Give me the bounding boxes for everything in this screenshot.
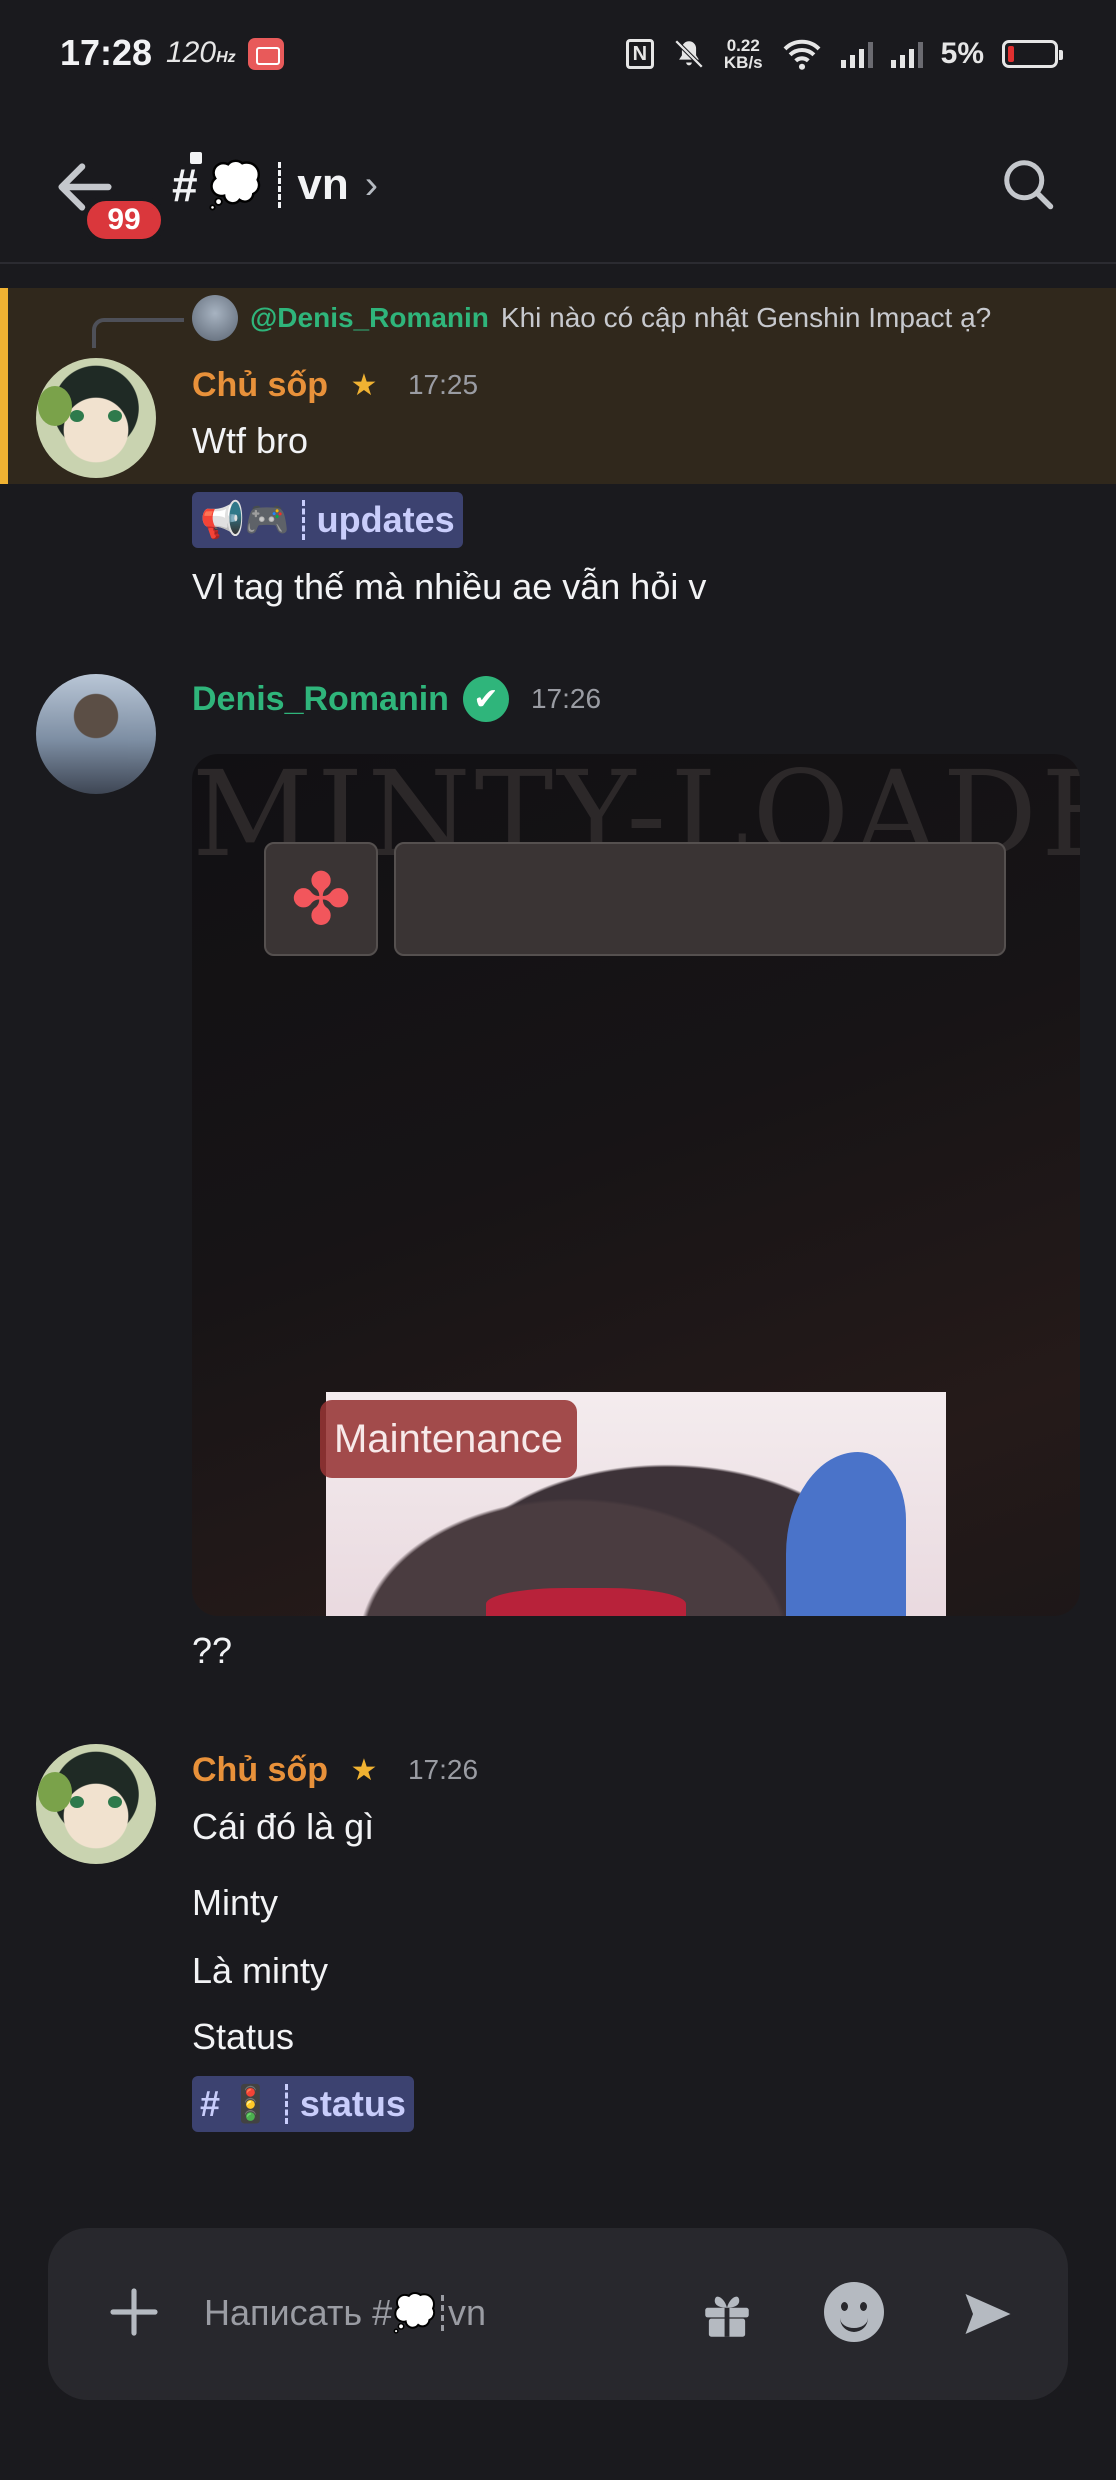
channel-mention-hash: #: [200, 2083, 221, 2124]
placeholder-prefix: Написать #: [204, 2292, 393, 2333]
channel-header: 99 # 💭 vn ›: [0, 140, 1116, 264]
channel-mention-name: updates: [316, 499, 455, 540]
channel-mention-updates[interactable]: 📢🎮 updates: [192, 492, 463, 548]
message-text: Minty: [192, 1882, 279, 1923]
message-composer: Написать # 💭 vn: [48, 2228, 1068, 2400]
avatar[interactable]: [36, 358, 156, 478]
chip-separator: [284, 2084, 288, 2124]
placeholder-separator: [440, 2295, 444, 2331]
channel-name: vn: [297, 160, 349, 209]
reply-author[interactable]: @Denis_Romanin: [250, 302, 489, 334]
battery-saver-icon: [248, 38, 284, 70]
send-icon[interactable]: [958, 2284, 1018, 2344]
signal-2-icon: [890, 40, 923, 68]
message-text: Là minty: [192, 1950, 329, 1991]
author-name[interactable]: Chủ sốp: [192, 1751, 328, 1790]
channel-mention-status[interactable]: # 🚦 status: [192, 2076, 414, 2132]
reply-preview[interactable]: @Denis_Romanin Khi nào có cập nhật Gensh…: [192, 295, 991, 341]
placeholder-emoji: 💭: [392, 2292, 437, 2333]
message-text: Wtf bro: [192, 420, 309, 461]
refresh-rate-value: 120: [166, 36, 217, 69]
battery-percent: 5%: [940, 37, 984, 70]
reply-text: Khi nào có cập nhật Genshin Impact ạ?: [500, 302, 992, 333]
channel-title[interactable]: # 💭 vn ›: [172, 152, 379, 212]
emoji-icon[interactable]: [824, 2282, 884, 2342]
message-timestamp: 17:26: [530, 683, 602, 714]
network-speed-unit: KB/s: [723, 53, 763, 72]
channel-hash-symbol: #: [172, 159, 198, 211]
message-timestamp: 17:26: [407, 1754, 479, 1785]
avatar[interactable]: [36, 674, 156, 794]
plus-icon[interactable]: [106, 2284, 162, 2340]
author-name[interactable]: Chủ sốp: [192, 366, 328, 405]
message-text: Cái đó là gì: [192, 1806, 375, 1847]
channel-mention-icon: 🚦: [228, 2083, 273, 2124]
battery-icon: [1002, 40, 1063, 68]
role-star-icon: ★: [350, 368, 378, 402]
signal-1-icon: [840, 40, 873, 68]
clover-icon: ✤: [264, 842, 378, 956]
reply-avatar: [192, 295, 238, 341]
embed-input-box: [394, 842, 1006, 956]
chevron-right-icon: ›: [364, 162, 379, 207]
network-speed: 0.22 KB/s: [724, 37, 763, 71]
message-author[interactable]: Chủ sốp ★ 17:25: [192, 365, 478, 405]
verified-check-icon: ✔: [462, 676, 509, 722]
bell-muted-icon: [674, 39, 704, 69]
search-icon[interactable]: [998, 154, 1058, 214]
refresh-rate-unit: Hz: [216, 49, 236, 66]
message-author[interactable]: Chủ sốp ★ 17:26: [192, 1750, 478, 1790]
wifi-icon: [783, 39, 821, 70]
channel-hash-icon: #: [172, 152, 202, 212]
gift-icon[interactable]: [698, 2286, 756, 2344]
message-text: Vl tag thế mà nhiều ae vẫn hỏi v: [192, 566, 707, 607]
image-attachment[interactable]: MINTY-LOADER ✤ Maintenance: [192, 754, 1080, 1616]
role-star-icon: ★: [350, 1753, 378, 1787]
author-name[interactable]: Denis_Romanin: [192, 680, 449, 719]
avatar[interactable]: [36, 1744, 156, 1864]
reply-connector: [92, 318, 184, 348]
message-text: Status: [192, 2016, 295, 2057]
channel-emoji: 💭: [207, 161, 263, 210]
channel-separator: [278, 162, 282, 208]
channel-mention-icons: 📢🎮: [200, 499, 290, 540]
clover-glyph: ✤: [290, 860, 352, 940]
placeholder-channel: vn: [447, 2292, 486, 2333]
message-input[interactable]: Написать # 💭 vn: [204, 2278, 704, 2348]
unread-badge: 99: [82, 196, 166, 244]
refresh-rate: 120Hz: [166, 36, 236, 70]
nfc-icon: N: [625, 39, 654, 69]
chip-separator: [301, 500, 305, 540]
message-author[interactable]: Denis_Romanin ✔ 17:26: [192, 676, 601, 722]
maintenance-badge: Maintenance: [320, 1400, 578, 1478]
lock-icon: [189, 152, 202, 164]
status-bar: 17:28 120Hz N 0.22 KB/s 5%: [0, 0, 1116, 110]
message-timestamp: 17:25: [407, 369, 479, 400]
message-text: ??: [192, 1630, 233, 1671]
channel-mention-name: status: [299, 2083, 406, 2124]
status-right-cluster: N 0.22 KB/s 5%: [625, 30, 1063, 78]
status-time: 17:28: [60, 32, 153, 73]
artwork-shape: [486, 1588, 686, 1616]
artwork-shape: [786, 1452, 906, 1616]
